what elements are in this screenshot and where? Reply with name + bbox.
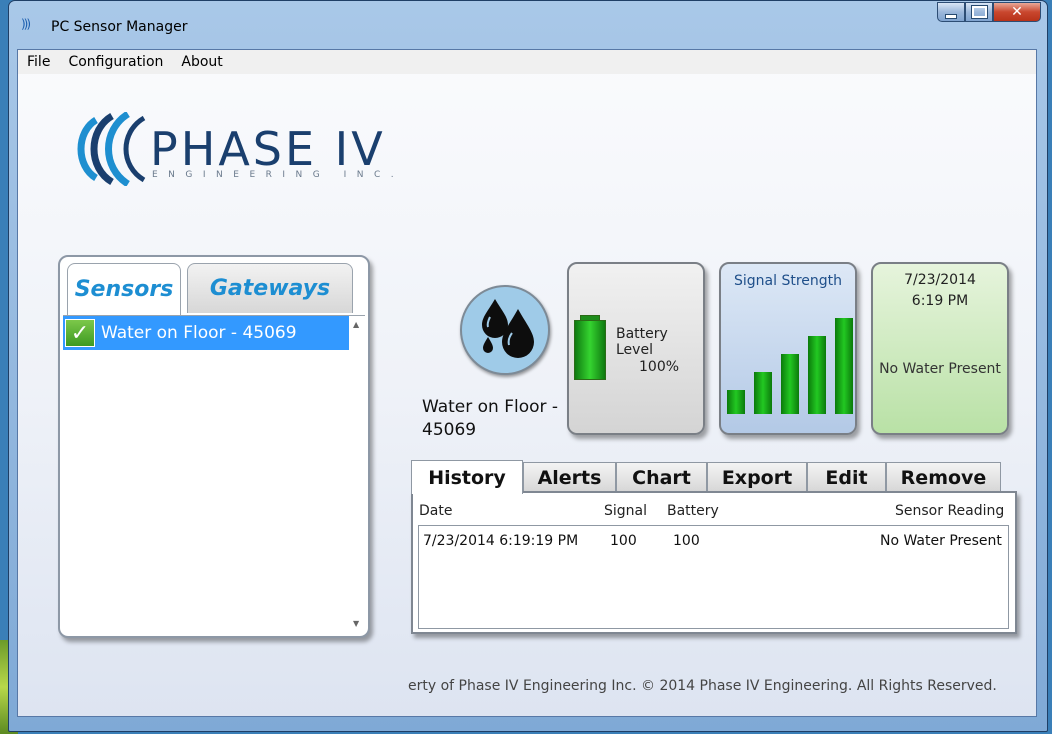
tab-remove[interactable]: Remove	[886, 462, 1001, 493]
maximize-icon	[970, 5, 988, 19]
logo-wordmark: PHASE IV	[150, 122, 386, 176]
check-icon: ✓	[65, 319, 95, 347]
signal-bars-icon	[724, 314, 854, 414]
menu-file[interactable]: File	[18, 54, 59, 70]
battery-value: 100%	[639, 359, 680, 375]
cell-date: 7/23/2014 6:19:19 PM	[423, 533, 579, 549]
sensor-list: ✓ Water on Floor - 45069 ▲ ▼	[63, 315, 365, 636]
history-panel: Date Signal Battery Sensor Reading 7/23/…	[411, 491, 1017, 634]
tab-chart[interactable]: Chart	[616, 462, 707, 493]
menu-bar: File Configuration About	[18, 50, 1036, 74]
signal-bar	[781, 354, 799, 414]
signal-card: Signal Strength	[719, 262, 857, 435]
list-item[interactable]: ✓ Water on Floor - 45069	[63, 316, 349, 350]
battery-icon	[574, 320, 606, 380]
tab-export[interactable]: Export	[707, 462, 807, 493]
sensor-list-panel: Sensors Gateways ✓ Water on Floor - 4506…	[58, 255, 370, 638]
last-reading-date: 7/23/2014	[904, 272, 976, 288]
scroll-down-icon[interactable]: ▼	[353, 619, 359, 628]
cell-signal: 100	[610, 533, 637, 549]
column-header-signal[interactable]: Signal	[604, 503, 647, 519]
status-card: 7/23/2014 6:19 PM No Water Present	[871, 262, 1009, 435]
cell-sensor-reading: No Water Present	[880, 533, 1002, 549]
list-scrollbar[interactable]: ▲ ▼	[349, 316, 365, 632]
column-header-battery[interactable]: Battery	[667, 503, 719, 519]
column-header-sensor-reading[interactable]: Sensor Reading	[895, 503, 1004, 519]
scroll-up-icon[interactable]: ▲	[353, 320, 359, 329]
tab-edit[interactable]: Edit	[807, 462, 886, 493]
signal-bar	[808, 336, 826, 414]
history-table: 7/23/2014 6:19:19 PM 100 100 No Water Pr…	[418, 525, 1009, 629]
sensor-item-label: Water on Floor - 45069	[101, 323, 297, 343]
client-area: File Configuration About PHASE IV ENGINE…	[17, 49, 1037, 717]
title-bar[interactable]: ))) PC Sensor Manager ✕	[9, 1, 1047, 45]
menu-about[interactable]: About	[172, 54, 231, 70]
column-header-date[interactable]: Date	[419, 503, 452, 519]
tab-gateways[interactable]: Gateways	[187, 263, 353, 313]
tab-alerts[interactable]: Alerts	[523, 462, 616, 493]
logo-wave-icon	[77, 112, 146, 186]
signal-bar	[754, 372, 772, 414]
last-reading-time: 6:19 PM	[911, 293, 969, 309]
minimize-icon	[945, 13, 957, 19]
logo-subtitle: ENGINEERING INC.	[152, 170, 405, 180]
battery-card: Battery Level 100%	[567, 262, 705, 435]
window-title: PC Sensor Manager	[51, 19, 188, 35]
water-drops-icon	[482, 299, 534, 358]
copyright-footer: erty of Phase IV Engineering Inc. © 2014…	[408, 678, 997, 694]
maximize-button[interactable]	[965, 2, 993, 22]
tab-sensors[interactable]: Sensors	[67, 263, 181, 315]
app-signal-icon: )))	[21, 17, 31, 31]
signal-bar	[835, 318, 853, 414]
sensor-type-badge	[460, 285, 550, 375]
menu-configuration[interactable]: Configuration	[59, 54, 172, 70]
minimize-button[interactable]	[937, 2, 965, 22]
last-reading-value: No Water Present	[879, 361, 1001, 377]
sensor-name: Water on Floor - 45069	[422, 397, 559, 440]
close-button[interactable]: ✕	[993, 2, 1041, 22]
caption-buttons: ✕	[937, 2, 1041, 22]
signal-bar	[727, 390, 745, 414]
cell-battery: 100	[673, 533, 700, 549]
app-window: ))) PC Sensor Manager ✕ File Configurati…	[8, 0, 1048, 732]
company-logo: PHASE IV ENGINEERING INC.	[68, 112, 428, 186]
signal-label: Signal Strength	[733, 273, 842, 289]
battery-label: Battery Level	[616, 326, 668, 358]
close-icon: ✕	[1011, 4, 1023, 20]
tab-history[interactable]: History	[411, 460, 523, 494]
